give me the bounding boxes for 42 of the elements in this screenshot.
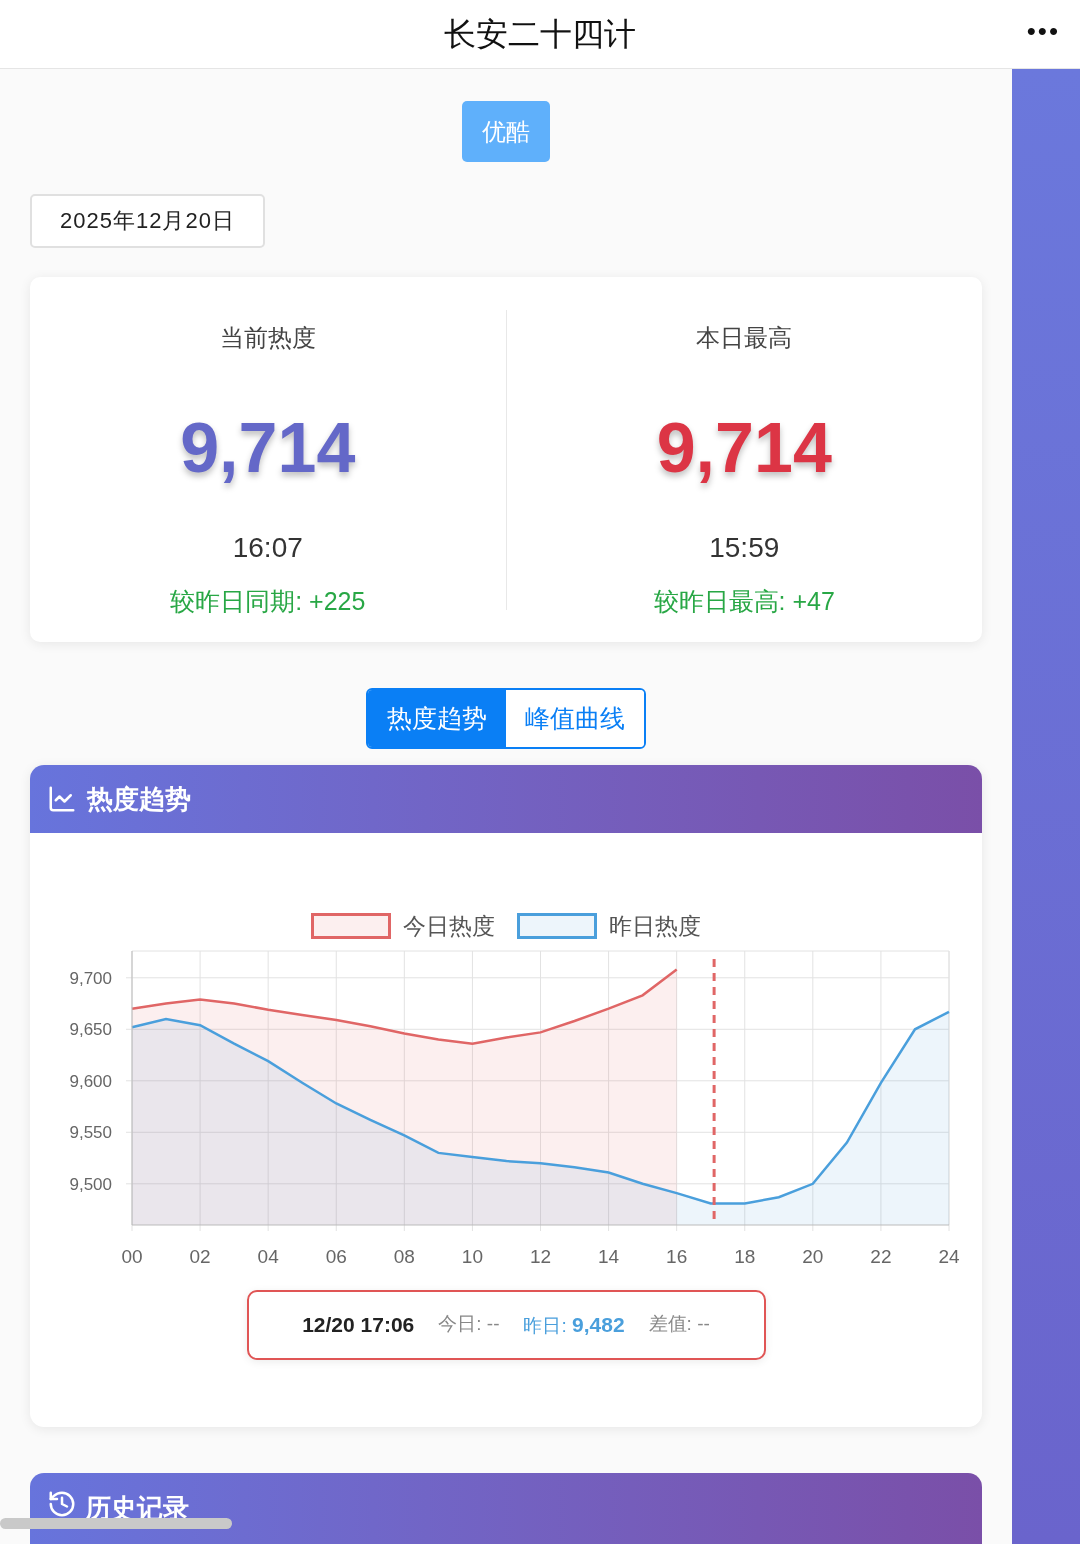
x-tick-label: 06 bbox=[325, 1245, 347, 1267]
scrollbar[interactable] bbox=[0, 1518, 232, 1529]
date-field[interactable]: 2025年12月20日 bbox=[30, 194, 265, 248]
stat-delta: 较昨日同期: +225 bbox=[170, 585, 366, 617]
page-title: 长安二十四计 bbox=[444, 15, 636, 54]
x-tick-label: 18 bbox=[734, 1245, 756, 1267]
legend-label: 今日热度 bbox=[403, 912, 495, 941]
tooltip-item: 差值: -- bbox=[648, 1312, 710, 1337]
legend-label: 昨日热度 bbox=[609, 912, 701, 941]
stat-time: 16:07 bbox=[232, 530, 303, 565]
line-chart-icon bbox=[47, 784, 77, 814]
stat-label: 当前热度 bbox=[219, 322, 316, 353]
tooltip-item: 今日: -- bbox=[438, 1312, 500, 1337]
x-tick-label: 02 bbox=[189, 1245, 211, 1267]
stat-delta: 较昨日最高: +47 bbox=[653, 585, 835, 617]
x-tick-label: 10 bbox=[461, 1245, 483, 1267]
stat-value: 9,714 bbox=[180, 407, 356, 489]
y-tick-label: 9,550 bbox=[69, 1122, 112, 1142]
x-tick-label: 12 bbox=[529, 1245, 552, 1267]
x-tick-label: 08 bbox=[393, 1245, 415, 1267]
x-tick-label: 14 bbox=[598, 1245, 620, 1267]
x-tick-label: 20 bbox=[802, 1245, 824, 1267]
tooltip-time: 12/20 17:06 bbox=[302, 1311, 415, 1338]
more-button[interactable]: ••• bbox=[1026, 12, 1060, 51]
x-tick-label: 24 bbox=[938, 1245, 960, 1267]
y-tick-label: 9,500 bbox=[69, 1174, 112, 1194]
tooltip-item: 昨日: 9,482 bbox=[523, 1311, 625, 1338]
x-tick-label: 00 bbox=[121, 1245, 143, 1267]
stat-label: 本日最高 bbox=[696, 322, 793, 353]
x-tick-label: 04 bbox=[257, 1245, 279, 1267]
y-tick-label: 9,650 bbox=[69, 1019, 112, 1039]
y-tick-label: 9,700 bbox=[69, 968, 112, 988]
x-tick-label: 22 bbox=[870, 1245, 892, 1267]
platform-button[interactable]: 优酷 bbox=[462, 101, 550, 162]
card-title: 热度趋势 bbox=[87, 782, 191, 816]
stat-value: 9,714 bbox=[656, 407, 832, 489]
view-tab[interactable]: 热度趋势 bbox=[368, 690, 506, 747]
history-icon bbox=[47, 1489, 77, 1519]
stat-time: 15:59 bbox=[709, 530, 780, 565]
x-tick-label: 16 bbox=[666, 1245, 688, 1267]
y-tick-label: 9,600 bbox=[69, 1071, 112, 1091]
view-tab[interactable]: 峰值曲线 bbox=[506, 690, 644, 747]
